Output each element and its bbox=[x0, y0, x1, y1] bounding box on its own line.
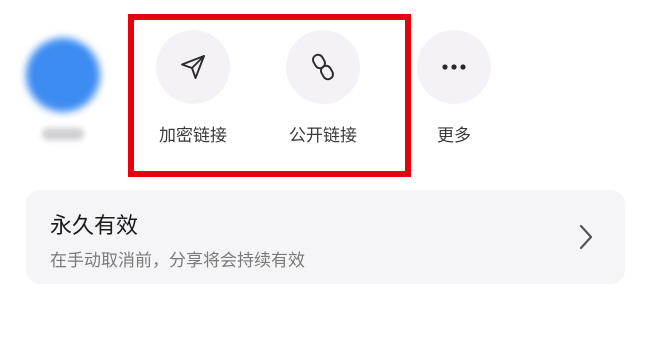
more-icon-circle bbox=[417, 30, 491, 104]
validity-subtitle: 在手动取消前，分享将会持续有效 bbox=[50, 251, 305, 271]
blurred-app-label bbox=[42, 128, 84, 140]
public-link-icon-circle bbox=[286, 30, 360, 104]
validity-title: 永久有效 bbox=[50, 214, 139, 239]
chevron-right-icon bbox=[579, 224, 593, 250]
validity-period-row[interactable]: 永久有效 在手动取消前，分享将会持续有效 bbox=[26, 190, 625, 284]
public-link-label: 公开链接 bbox=[289, 126, 357, 146]
send-icon bbox=[181, 55, 205, 79]
encrypted-link-icon-circle bbox=[156, 30, 230, 104]
encrypted-link-button[interactable]: 加密链接 bbox=[138, 30, 248, 146]
blurred-app-icon bbox=[26, 38, 100, 112]
link-icon bbox=[312, 53, 334, 81]
more-label: 更多 bbox=[437, 126, 471, 146]
public-link-button[interactable]: 公开链接 bbox=[268, 30, 378, 146]
more-button[interactable]: 更多 bbox=[399, 30, 509, 146]
encrypted-link-label: 加密链接 bbox=[159, 126, 227, 146]
more-dots-icon bbox=[442, 64, 466, 70]
